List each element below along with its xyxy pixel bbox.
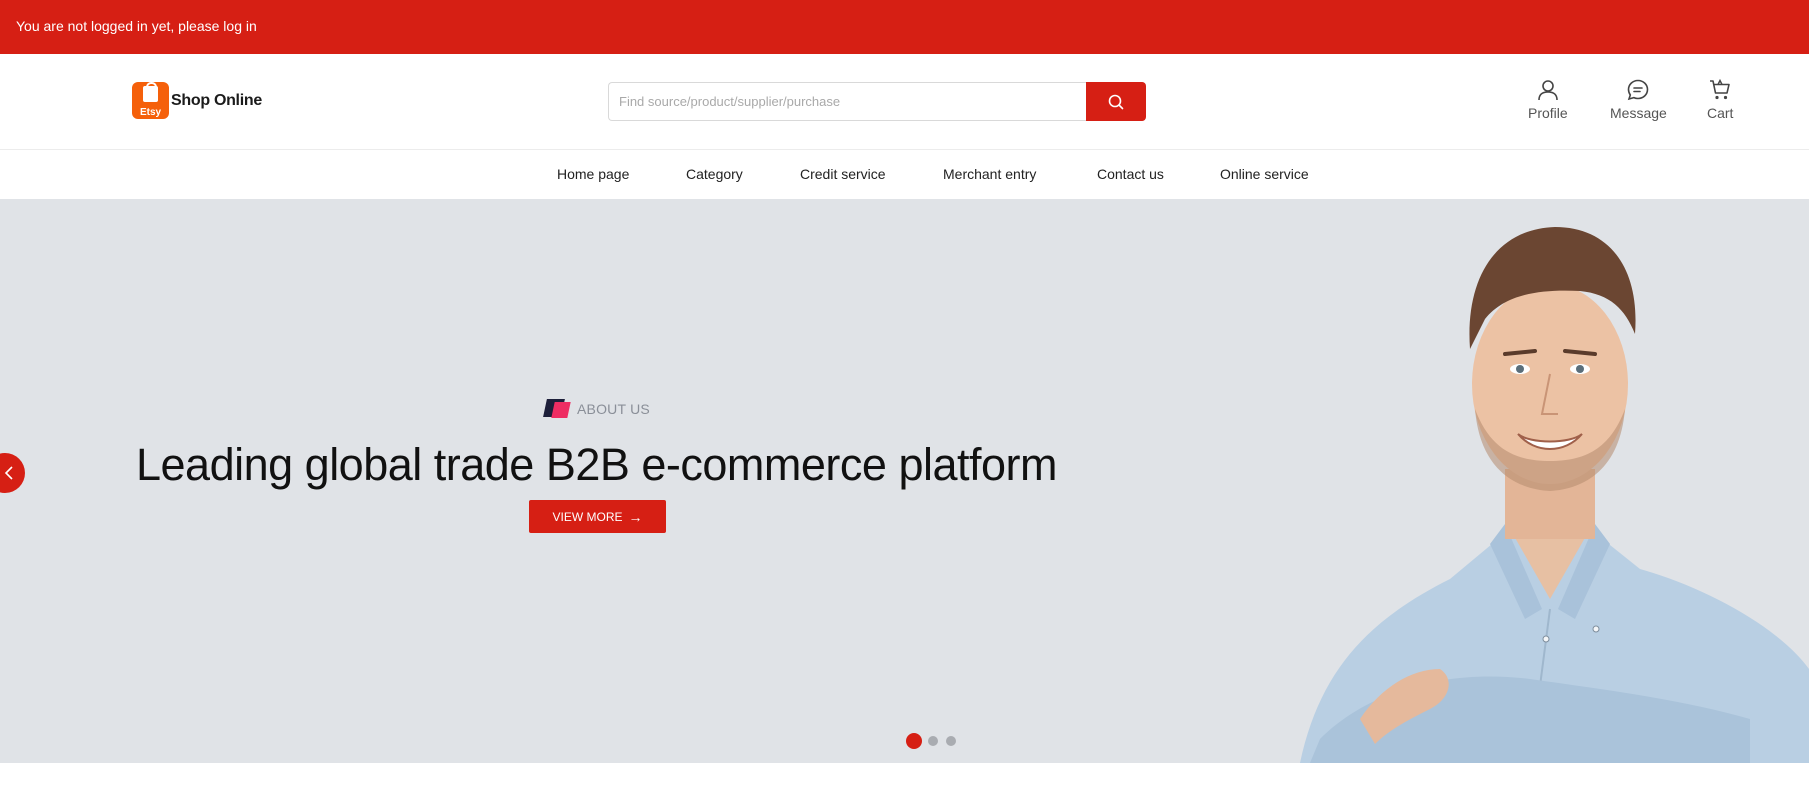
- carousel-dot-1[interactable]: [906, 733, 922, 749]
- profile-label: Profile: [1528, 105, 1568, 121]
- carousel-dot-2[interactable]: [928, 736, 938, 746]
- view-more-button[interactable]: VIEW MORE →: [529, 500, 666, 533]
- user-icon: [1538, 80, 1558, 101]
- search-button[interactable]: [1086, 82, 1146, 121]
- nav-item-home[interactable]: Home page: [557, 166, 629, 182]
- carousel-dot-3[interactable]: [946, 736, 956, 746]
- logo-name: Shop Online: [171, 91, 262, 109]
- cart-button[interactable]: Cart: [1707, 78, 1733, 121]
- banner-headline: Leading global trade B2B e-commerce plat…: [136, 439, 1058, 490]
- login-notice-bar: You are not logged in yet, please log in: [0, 0, 1809, 54]
- cart-icon: [1710, 78, 1731, 100]
- page-below-banner: [0, 763, 1809, 806]
- view-more-label: VIEW MORE: [552, 509, 623, 524]
- profile-button[interactable]: Profile: [1528, 78, 1568, 121]
- shopping-bag-icon: Etsy: [132, 82, 169, 119]
- about-us-mark-icon: [543, 399, 571, 419]
- site-logo[interactable]: Etsy Shop Online: [132, 82, 262, 119]
- search-icon: [1108, 94, 1124, 109]
- nav-item-category[interactable]: Category: [686, 166, 743, 182]
- about-us-text: ABOUT US: [577, 401, 650, 417]
- carousel-dots: [906, 733, 964, 749]
- search-input[interactable]: [608, 82, 1086, 121]
- arrow-right-icon: →: [628, 508, 643, 525]
- carousel-prev-button[interactable]: [0, 453, 25, 493]
- about-us-eyebrow: ABOUT US: [543, 399, 650, 419]
- logo-badge-text: Etsy: [139, 107, 162, 118]
- site-header: Etsy Shop Online Profile Message: [0, 54, 1809, 150]
- login-notice-text[interactable]: You are not logged in yet, please log in: [16, 18, 257, 34]
- message-button[interactable]: Message: [1610, 78, 1667, 121]
- nav-item-contact-us[interactable]: Contact us: [1097, 166, 1164, 182]
- message-label: Message: [1610, 105, 1667, 121]
- search-bar: [608, 82, 1146, 121]
- nav-item-credit-service[interactable]: Credit service: [800, 166, 886, 182]
- main-nav: Home page Category Credit service Mercha…: [0, 150, 1809, 199]
- hero-person-image: [1300, 227, 1809, 763]
- cart-label: Cart: [1707, 105, 1734, 121]
- chevron-left-icon: [4, 466, 13, 480]
- hero-banner: ABOUT US Leading global trade B2B e-comm…: [0, 199, 1809, 763]
- nav-item-online-service[interactable]: Online service: [1220, 166, 1309, 182]
- chat-icon: [1628, 79, 1649, 101]
- nav-item-merchant-entry[interactable]: Merchant entry: [943, 166, 1036, 182]
